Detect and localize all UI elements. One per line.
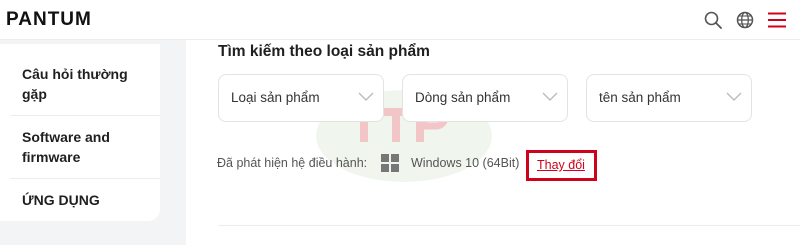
chevron-down-icon — [542, 92, 558, 101]
header-icons — [702, 9, 788, 31]
product-name-select[interactable]: tên sản phẩm — [586, 74, 752, 122]
sidebar-item-faq[interactable]: Câu hỏi thường gặp — [22, 64, 142, 104]
brand-logo[interactable]: PANTUM — [6, 9, 92, 31]
product-series-select[interactable]: Dòng sản phẩm — [402, 74, 568, 122]
globe-icon[interactable] — [734, 9, 756, 31]
page-title: Tìm kiếm theo loại sản phẩm — [218, 43, 430, 60]
chevron-down-icon — [726, 92, 742, 101]
os-detected-label: Đã phát hiện hệ điều hành: — [217, 156, 368, 170]
main-panel: Tìm kiếm theo loại sản phẩm Loại sản phẩ… — [186, 40, 800, 245]
sidebar-divider — [10, 178, 160, 179]
top-bar: PANTUM — [0, 0, 800, 40]
windows-icon — [381, 154, 399, 172]
search-icon[interactable] — [702, 9, 724, 31]
sidebar-divider — [10, 115, 160, 116]
chevron-down-icon — [358, 92, 374, 101]
change-os-highlight: Thay đổi — [526, 150, 597, 181]
change-os-link[interactable]: Thay đổi — [537, 158, 585, 172]
section-divider — [218, 225, 800, 226]
product-name-label: tên sản phẩm — [599, 90, 681, 105]
sidebar-item-software[interactable]: Software and firmware — [22, 127, 142, 167]
menu-icon[interactable] — [766, 9, 788, 31]
product-type-label: Loại sản phẩm — [231, 90, 320, 105]
sidebar: Câu hỏi thường gặp Software and firmware… — [0, 44, 160, 221]
product-series-label: Dòng sản phẩm — [415, 90, 511, 105]
sidebar-item-apps[interactable]: ỨNG DỤNG — [22, 190, 142, 210]
os-version-value: Windows 10 (64Bit) — [411, 156, 520, 170]
product-type-select[interactable]: Loại sản phẩm — [218, 74, 384, 122]
